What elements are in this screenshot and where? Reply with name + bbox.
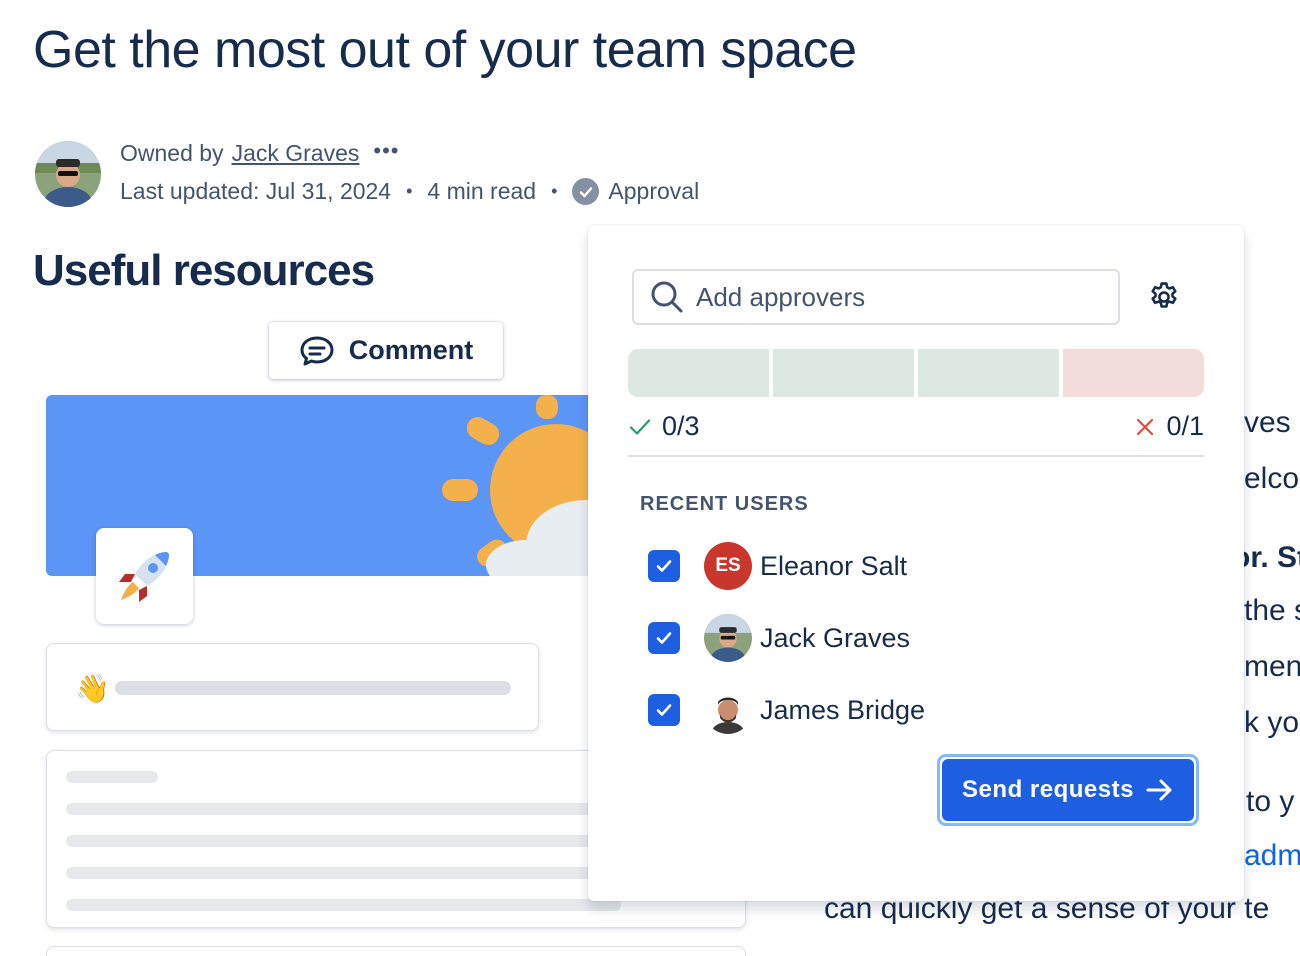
separator-dot: • [406,181,413,201]
meta-line: Last updated: Jul 31, 2024 • 4 min read … [120,178,699,205]
approval-counts: 0/3 0/1 [628,411,1204,441]
user-row-james-bridge[interactable]: James Bridge [648,686,925,734]
comment-label: Comment [348,335,474,365]
placeholder-line [66,899,621,911]
content-card [46,946,746,956]
search-icon [651,281,683,313]
approved-count-text: 0/3 [662,411,700,441]
gear-icon [1151,282,1177,308]
avatar: ES [704,542,752,590]
user-name: James Bridge [760,694,926,725]
comment-button[interactable]: Comment [269,322,503,379]
check-circle-icon [572,178,600,205]
body-text-fragment: ment [1244,650,1300,683]
approval-segment [628,349,769,397]
approval-segment [918,349,1059,397]
section-title: Useful resources [33,246,375,295]
rejected-count-text: 0/1 [1166,411,1204,441]
body-text-fragment: elcor [1244,462,1300,495]
greeting-card: 👋 [46,643,539,731]
user-name: Eleanor Salt [760,550,908,581]
placeholder-line [66,771,158,783]
page-title: Get the most out of your team space [33,21,857,79]
wave-icon: 👋 [75,673,110,704]
approval-progress-bar [628,349,1204,397]
body-text-fragment: ves [1244,406,1291,439]
rocket-icon [118,552,169,602]
add-approvers-input[interactable] [696,281,1096,313]
body-link-fragment[interactable]: adm [1244,839,1300,873]
settings-button[interactable] [1144,277,1184,317]
owner-link[interactable]: Jack Graves [232,140,360,167]
user-photo-icon [704,614,752,662]
last-updated: Last updated: Jul 31, 2024 [120,178,392,204]
check-icon [629,418,651,435]
send-requests-button[interactable]: Send requests [937,754,1199,826]
body-text-fragment: k yo [1244,706,1300,739]
send-requests-label: Send requests [962,776,1134,803]
approver-search[interactable] [632,269,1120,325]
user-photo-icon [704,686,752,734]
close-icon [1137,418,1154,435]
avatar [704,614,752,662]
rocket-card [96,528,193,624]
placeholder-line [115,681,511,695]
more-icon[interactable]: ••• [373,138,399,164]
checkbox-checked-icon[interactable] [648,622,680,654]
send-requests-inner: Send requests [942,759,1194,821]
comment-icon [300,336,334,365]
user-photo-icon [35,141,101,207]
body-text-fragment: to y [1246,785,1295,818]
read-time: 4 min read [427,178,537,204]
owner-avatar[interactable] [35,141,101,207]
approval-segment [773,349,914,397]
approval-label: Approval [608,178,700,204]
avatar [704,686,752,734]
rejection-segment [1063,349,1204,397]
user-row-jack-graves[interactable]: Jack Graves [648,614,910,662]
arrow-right-icon [1146,779,1172,801]
recent-users-heading: RECENT USERS [640,493,809,515]
separator-dot: • [551,181,558,201]
rejected-count: 0/1 [1134,411,1204,442]
owned-by-label: Owned by [120,140,224,166]
divider [628,455,1204,457]
approval-popup: 0/3 0/1 RECENT USERS ES Eleanor Salt [588,225,1244,901]
approval-button[interactable]: Approval [572,178,699,205]
checkbox-checked-icon[interactable] [648,694,680,726]
user-name: Jack Graves [760,622,911,653]
user-row-eleanor-salt[interactable]: ES Eleanor Salt [648,542,907,590]
body-text-fragment: the s [1244,594,1300,627]
checkbox-checked-icon[interactable] [648,550,680,582]
owner-line: Owned by Jack Graves ••• [120,138,400,167]
approved-count: 0/3 [628,411,700,442]
